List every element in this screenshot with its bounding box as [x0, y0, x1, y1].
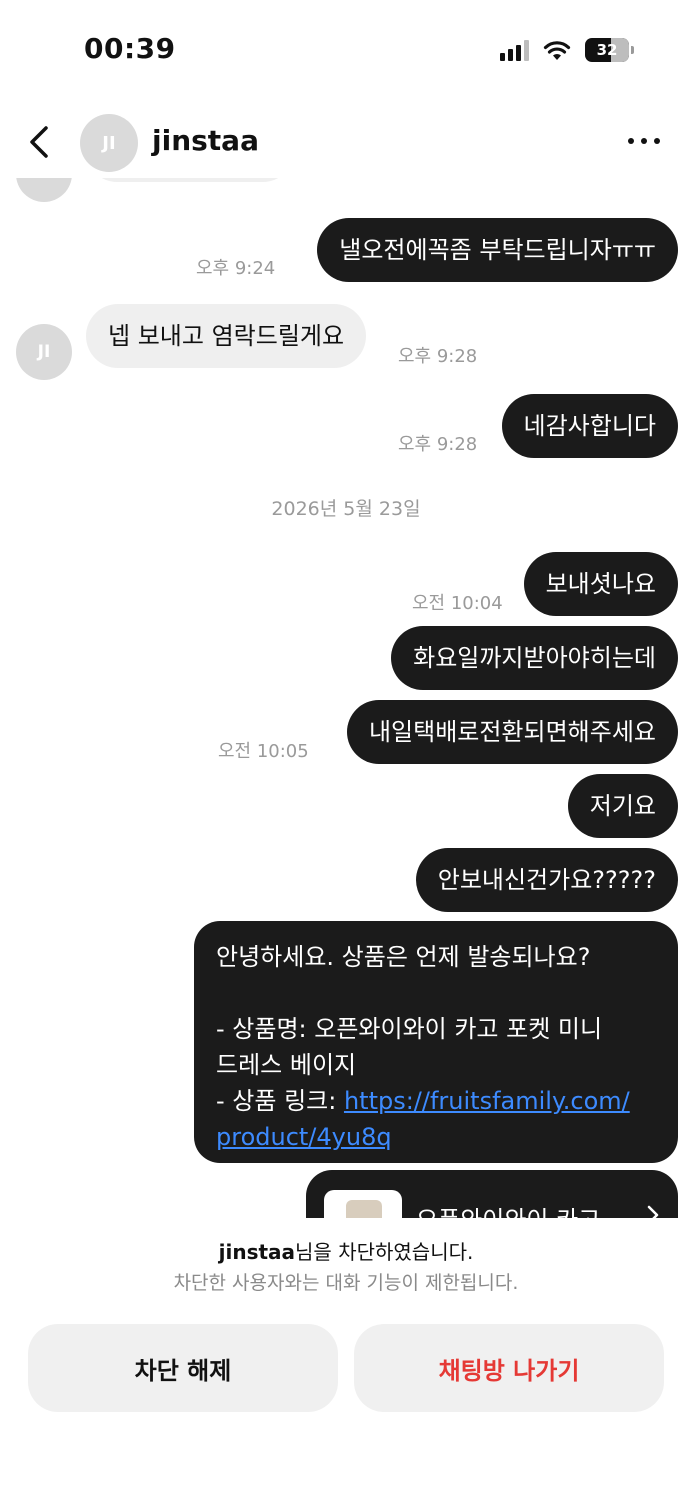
battery-level: 32 [596, 41, 618, 59]
status-time: 00:39 [84, 32, 176, 65]
product-thumbnail [324, 1190, 402, 1218]
blocked-panel: jinstaa님을 차단하였습니다. 차단한 사용자와는 대화 기능이 제한됩니… [0, 1218, 692, 1500]
product-link[interactable]: https://fruitsfamily.com/ [344, 1087, 630, 1115]
product-card-title: 오픈와이와이 카고 [416, 1200, 600, 1218]
partner-avatar[interactable]: JI [16, 324, 72, 380]
inquiry-line: - 상품명: 오픈와이와이 카고 포켓 미니 [216, 1015, 603, 1043]
back-arrow-icon[interactable] [22, 122, 56, 162]
chat-partner-name[interactable]: jinstaa [152, 124, 259, 157]
product-inquiry-message[interactable]: 안녕하세요. 상품은 언제 발송되나요? - 상품명: 오픈와이와이 카고 포켓… [194, 921, 678, 1163]
battery-icon: 32 [585, 38, 629, 62]
product-card[interactable]: 오픈와이와이 카고 [306, 1170, 678, 1218]
message-outgoing[interactable]: 화요일까지받아야히는데 [391, 626, 678, 690]
leave-chat-button[interactable]: 채팅방 나가기 [354, 1324, 664, 1412]
cellular-signal-icon [500, 39, 529, 61]
date-separator: 2026년 5월 23일 [271, 498, 421, 520]
message-time: 오후 9:24 [196, 258, 276, 279]
chevron-right-icon [647, 1205, 659, 1218]
blocked-notice: jinstaa님을 차단하였습니다. [0, 1236, 692, 1265]
message-outgoing[interactable]: 낼오전에꼭좀 부탁드립니자ㅠㅠ [317, 218, 678, 282]
message-outgoing[interactable]: 네감사합니다 [501, 394, 678, 458]
message-time: 오전 10:04 [412, 593, 503, 614]
wifi-icon [543, 41, 571, 60]
blocked-notice-text: 님을 차단하였습니다. [295, 1240, 474, 1264]
message-outgoing[interactable]: 안보내신건가요????? [415, 848, 678, 912]
blocked-subtitle: 차단한 사용자와는 대화 기능이 제한됩니다. [173, 1272, 519, 1294]
message-outgoing[interactable]: 보내셧나요 [523, 552, 678, 616]
chat-header: JI jinstaa [0, 108, 692, 178]
more-options-icon[interactable] [628, 138, 660, 144]
message-time: 오전 10:05 [218, 741, 309, 762]
inquiry-line: 안녕하세요. 상품은 언제 발송되나요? [216, 943, 591, 971]
status-bar: 00:39 32 [0, 0, 692, 100]
product-link[interactable]: product/4yu8q [216, 1123, 392, 1151]
status-icons: 32 [500, 38, 634, 62]
blocked-username: jinstaa [218, 1240, 296, 1264]
message-time: 오후 9:28 [398, 434, 478, 455]
unblock-button[interactable]: 차단 해제 [28, 1324, 338, 1412]
message-outgoing[interactable]: 저기요 [567, 774, 678, 838]
inquiry-line: 드레스 베이지 [216, 1051, 357, 1079]
battery-cap [631, 46, 634, 54]
inquiry-line: - 상품 링크: [216, 1087, 344, 1115]
message-incoming[interactable]: 넵 보내고 염락드릴게요 [86, 304, 367, 368]
message-time: 오후 9:28 [398, 346, 478, 367]
chat-thread[interactable]: 오후 9:24 낼오전에꼭좀 부탁드립니자ㅠㅠ JI 넵 보내고 염락드릴게요 … [0, 160, 692, 1218]
header-avatar[interactable]: JI [80, 114, 138, 172]
message-outgoing[interactable]: 내일택배로전환되면해주세요 [346, 700, 678, 764]
